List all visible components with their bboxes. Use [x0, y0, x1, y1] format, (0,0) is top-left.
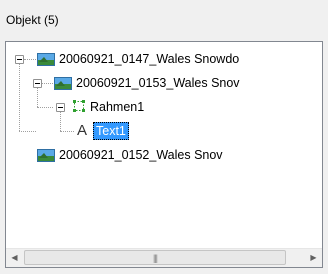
tree-line — [37, 88, 38, 107]
tree-line — [60, 131, 74, 132]
panel-title: Objekt (5) — [6, 13, 59, 27]
collapse-toggle-icon[interactable] — [15, 55, 24, 64]
tree-line — [19, 131, 36, 132]
tree-item-label[interactable]: Text1 — [93, 122, 129, 140]
scroll-right-icon[interactable]: ▶ — [305, 249, 322, 266]
tree-view[interactable]: 20060921_0147_Wales Snowdo 20060921_0153… — [6, 42, 322, 249]
image-icon — [37, 149, 55, 162]
tree-line — [42, 83, 53, 84]
tree-item-label[interactable]: 20060921_0152_Wales Snov — [59, 146, 223, 164]
grip-icon: ||| — [152, 253, 158, 263]
tree-line — [24, 59, 36, 60]
collapse-toggle-icon[interactable] — [56, 103, 65, 112]
tree-item-label[interactable]: 20060921_0147_Wales Snowdo — [59, 50, 239, 68]
scrollbar-thumb[interactable]: ||| — [24, 250, 286, 265]
tree-line — [60, 112, 61, 131]
image-icon — [37, 53, 55, 66]
image-icon — [54, 77, 72, 90]
object-tree[interactable]: 20060921_0147_Wales Snowdo 20060921_0153… — [5, 41, 323, 268]
frame-icon — [73, 100, 85, 112]
text-icon: A — [77, 122, 88, 139]
tree-line — [37, 107, 53, 108]
tree-item-label[interactable]: 20060921_0153_Wales Snov — [76, 74, 240, 92]
scroll-left-icon[interactable]: ◀ — [6, 249, 23, 266]
collapse-toggle-icon[interactable] — [33, 79, 42, 88]
horizontal-scrollbar[interactable]: ◀ ||| ▶ — [6, 248, 322, 267]
tree-line — [19, 64, 20, 131]
tree-item-label[interactable]: Rahmen1 — [90, 98, 144, 116]
